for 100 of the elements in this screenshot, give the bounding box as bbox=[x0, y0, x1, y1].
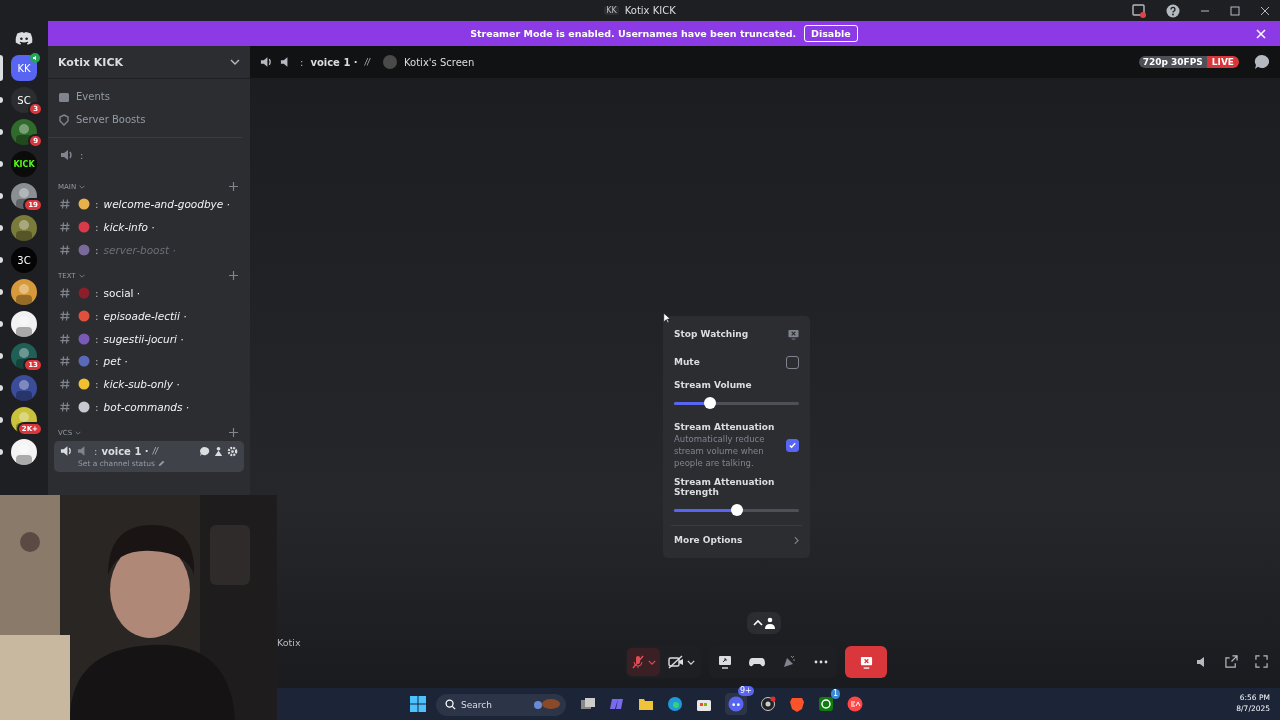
separator-text: : bbox=[95, 198, 99, 211]
pop-out-icon[interactable] bbox=[1225, 655, 1238, 668]
channel-name[interactable]: kick-info · bbox=[103, 221, 155, 234]
task-view-icon[interactable] bbox=[580, 696, 596, 712]
option-label: Mute bbox=[674, 357, 700, 367]
invite-icon[interactable] bbox=[213, 445, 224, 457]
slider[interactable] bbox=[674, 396, 799, 410]
channel-name[interactable]: kick-sub-only · bbox=[103, 378, 180, 391]
help-icon[interactable] bbox=[1166, 4, 1180, 18]
server-avatar[interactable] bbox=[11, 215, 37, 241]
participants-button[interactable] bbox=[747, 612, 781, 634]
server-icon[interactable]: KICK bbox=[11, 151, 37, 177]
emoji-icon bbox=[78, 198, 90, 211]
caret-icon bbox=[648, 659, 656, 665]
cursor-icon bbox=[663, 312, 671, 324]
pencil-icon[interactable] bbox=[157, 460, 165, 468]
stage-icon bbox=[60, 149, 74, 161]
sidebar-link[interactable]: Server Boosts bbox=[76, 114, 146, 125]
camera-lens-icon[interactable] bbox=[760, 696, 776, 712]
chevron-right-icon[interactable] bbox=[794, 535, 799, 545]
server-icon[interactable]: 3C bbox=[11, 247, 37, 273]
checkbox[interactable] bbox=[786, 355, 799, 369]
calendar-icon bbox=[58, 90, 70, 103]
user-avatar bbox=[383, 55, 397, 69]
streamer-name: Kotix bbox=[277, 637, 301, 648]
hash-icon bbox=[60, 333, 70, 344]
speaker-icon bbox=[60, 445, 73, 458]
camera-icon bbox=[668, 655, 684, 669]
maximize-icon[interactable] bbox=[1230, 6, 1240, 16]
speaker-badge-icon bbox=[30, 53, 40, 63]
close-icon[interactable] bbox=[1260, 6, 1270, 16]
browser-icon[interactable] bbox=[667, 696, 683, 712]
separator-text: : bbox=[95, 355, 99, 368]
window-title: Kotix KICK bbox=[624, 5, 676, 16]
live-badge: LIVE bbox=[1206, 56, 1239, 68]
microphone-button[interactable] bbox=[627, 648, 660, 676]
slider[interactable] bbox=[674, 503, 799, 517]
emoji-icon bbox=[78, 310, 90, 323]
separator-text: : bbox=[300, 56, 304, 68]
football-icon bbox=[531, 697, 561, 711]
channel-name[interactable]: social · bbox=[103, 287, 141, 300]
microphone-icon bbox=[631, 655, 645, 669]
separator-text: : bbox=[95, 287, 99, 300]
channel-name[interactable]: welcome-and-goodbye · bbox=[103, 198, 230, 211]
server-icon[interactable]: KK bbox=[11, 55, 37, 81]
add-icon[interactable] bbox=[229, 182, 238, 191]
screen-record-icon[interactable] bbox=[1132, 4, 1146, 18]
shield-icon bbox=[58, 113, 70, 126]
hash-icon bbox=[60, 199, 70, 210]
emoji-icon bbox=[78, 378, 90, 391]
emoji-icon bbox=[78, 243, 90, 256]
ea-icon[interactable] bbox=[847, 696, 863, 712]
chat-icon[interactable] bbox=[1254, 54, 1270, 70]
server-name[interactable]: Kotix KICK bbox=[58, 55, 124, 69]
separator-text: : bbox=[94, 445, 98, 457]
hash-icon bbox=[60, 222, 70, 233]
disable-button[interactable]: Disable bbox=[804, 25, 858, 42]
channel-name[interactable]: sugestii-jocuri · bbox=[103, 332, 184, 345]
search-icon bbox=[445, 698, 456, 710]
screen-close-icon bbox=[859, 655, 873, 669]
checkbox[interactable] bbox=[786, 439, 799, 452]
more-icon bbox=[814, 660, 828, 664]
discord-icon[interactable] bbox=[725, 693, 747, 715]
server-avatar[interactable] bbox=[11, 279, 37, 305]
hash-icon bbox=[60, 244, 70, 255]
menu-item[interactable]: Stop Watching bbox=[674, 329, 749, 339]
stream-title: Kotix's Screen bbox=[404, 56, 475, 68]
channel-name[interactable]: pet · bbox=[103, 355, 128, 368]
chat-icon[interactable] bbox=[199, 445, 210, 457]
add-icon[interactable] bbox=[229, 271, 238, 281]
separator-text: : bbox=[95, 310, 99, 323]
server-avatar[interactable] bbox=[11, 311, 37, 337]
separator-text: : bbox=[95, 243, 99, 256]
chevron-down-icon[interactable] bbox=[230, 59, 240, 65]
channel-name[interactable]: episoade-lectii · bbox=[103, 310, 187, 323]
channel-suffix: // bbox=[364, 57, 370, 67]
start-icon[interactable] bbox=[410, 696, 426, 712]
channel-name[interactable]: bot-commands · bbox=[103, 400, 190, 413]
caret-icon bbox=[687, 659, 695, 665]
separator-text: : bbox=[95, 400, 99, 413]
folder-icon[interactable] bbox=[638, 696, 654, 712]
xbox-icon[interactable] bbox=[818, 696, 834, 712]
emoji-icon bbox=[78, 287, 90, 300]
fullscreen-icon[interactable] bbox=[1255, 655, 1268, 668]
emoji-icon bbox=[78, 332, 90, 345]
sidebar-link[interactable]: Events bbox=[76, 91, 110, 102]
add-icon[interactable] bbox=[229, 428, 238, 438]
screen-close-icon[interactable] bbox=[788, 328, 799, 340]
checkmark-icon bbox=[788, 441, 797, 450]
copilot-icon[interactable] bbox=[609, 696, 625, 712]
app-icon: KK bbox=[604, 6, 619, 15]
stop-stream-button[interactable] bbox=[845, 646, 887, 678]
discord-logo-icon[interactable] bbox=[15, 31, 33, 45]
notification-badge: 1 bbox=[831, 689, 841, 699]
settings-icon[interactable] bbox=[227, 445, 238, 457]
channel-name[interactable]: : bbox=[80, 149, 84, 161]
menu-item[interactable]: More Options bbox=[674, 535, 743, 545]
monitor-icon bbox=[718, 655, 732, 669]
server-avatar[interactable] bbox=[11, 439, 37, 465]
search-field[interactable]: Search bbox=[436, 694, 566, 716]
